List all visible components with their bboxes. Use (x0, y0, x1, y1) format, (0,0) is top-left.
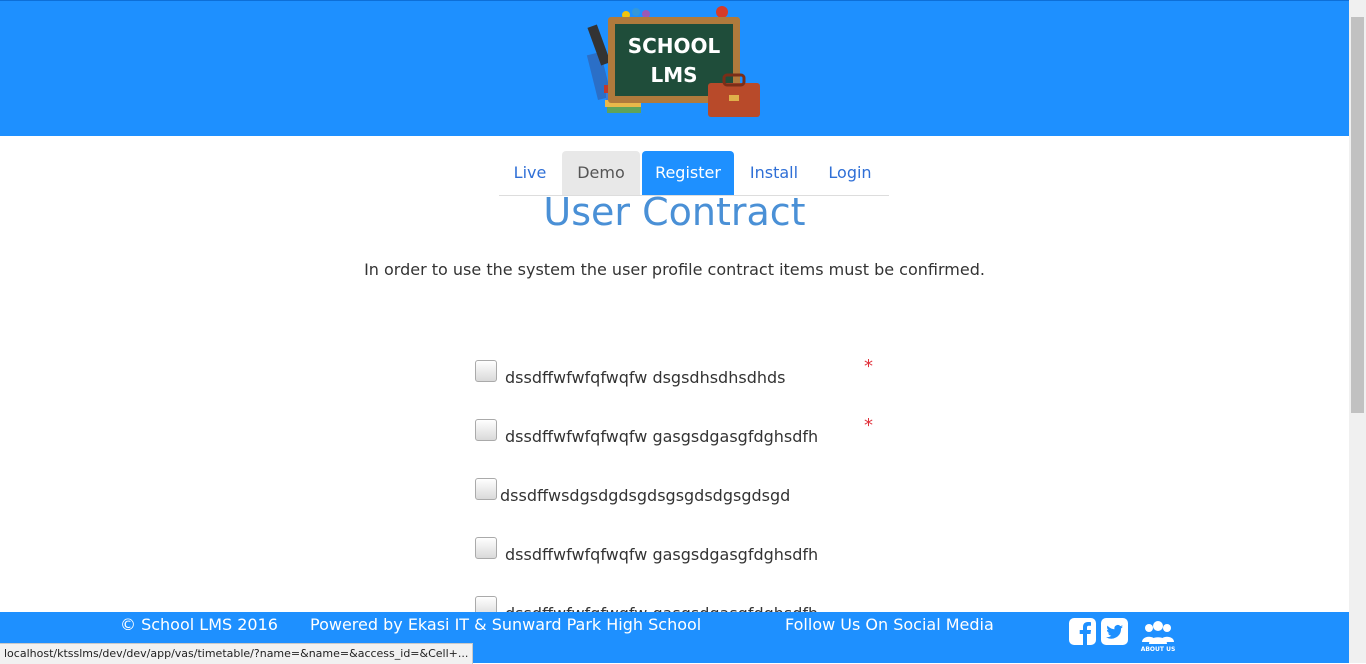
facebook-icon[interactable] (1069, 618, 1096, 645)
status-bar-url: localhost/ktsslms/dev/dev/app/vas/timeta… (0, 643, 474, 664)
contract-item: dssdffwfwfqfwqfw gasgsdgasgfdghsdfh (475, 537, 895, 567)
follow-us-text: Follow Us On Social Media (785, 615, 994, 634)
contract-item: dssdffwfwfqfwqfw dsgsdhsdhsdhds * (475, 356, 895, 390)
tab-live[interactable]: Live (499, 151, 561, 195)
scrollbar-thumb[interactable] (1351, 17, 1364, 413)
site-header: SCHOOL LMS (0, 0, 1349, 136)
required-marker: * (864, 415, 873, 436)
twitter-icon[interactable] (1101, 618, 1128, 645)
contract-item: dssdffwfwfqfwqfw gasgsdgasgfdghsdfh * (475, 415, 895, 449)
contract-item-label: dssdffwsdgsdgdsgdsgsgdsdgsgdsgd (500, 486, 791, 505)
contract-item-label: dssdffwfwfqfwqfw dsgsdhsdhsdhds (505, 368, 786, 387)
about-us-label: ABOUT US (1140, 646, 1176, 653)
contract-item-label: dssdffwfwfqfwqfw gasgsdgasgfdghsdfh (505, 545, 819, 564)
contract-checkbox[interactable] (475, 537, 497, 559)
svg-text:LMS: LMS (650, 63, 697, 87)
copyright-text: © School LMS 2016 (120, 615, 278, 634)
contract-checkbox[interactable] (475, 419, 497, 441)
page-title: User Contract (543, 190, 806, 234)
contract-item: dssdffwsdgsdgdsgdsgsgdsdgsgdsgd (475, 478, 895, 508)
school-lms-logo[interactable]: SCHOOL LMS (586, 5, 762, 121)
intro-text: In order to use the system the user prof… (364, 260, 985, 279)
tab-install[interactable]: Install (736, 151, 812, 195)
svg-text:SCHOOL: SCHOOL (628, 34, 721, 58)
tab-demo[interactable]: Demo (562, 151, 640, 195)
powered-by-text: Powered by Ekasi IT & Sunward Park High … (310, 615, 702, 634)
required-marker: * (864, 356, 873, 377)
group-icon (1142, 621, 1174, 644)
contract-checkbox[interactable] (475, 478, 497, 500)
about-us-link[interactable]: ABOUT US (1140, 618, 1176, 658)
tab-login[interactable]: Login (814, 151, 886, 195)
contract-checkbox[interactable] (475, 360, 497, 382)
vertical-scrollbar[interactable] (1349, 0, 1366, 663)
tab-register[interactable]: Register (642, 151, 734, 195)
contract-item-label: dssdffwfwfqfwqfw gasgsdgasgfdghsdfh (505, 427, 819, 446)
